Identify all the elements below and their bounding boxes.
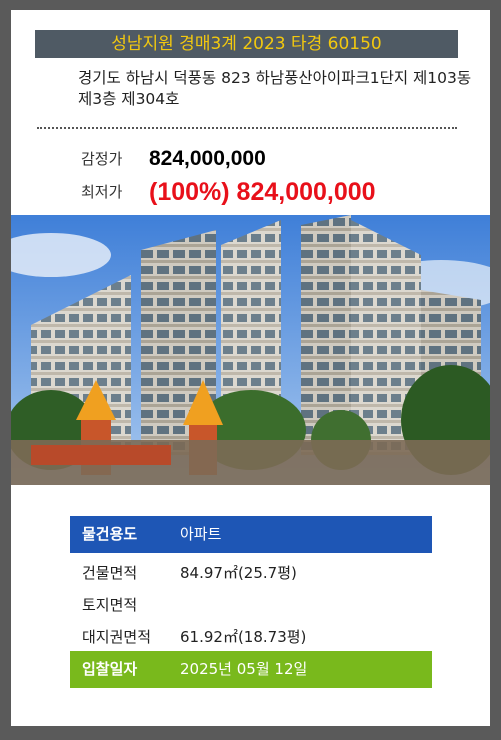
usage-label: 물건용도: [82, 525, 138, 543]
minimum-value: (100%) 824,000,000: [149, 178, 376, 206]
appraisal-label: 감정가: [81, 150, 123, 168]
usage-row: 물건용도 아파트: [70, 516, 432, 553]
bid-date-row: 입찰일자 2025년 05월 12일: [70, 651, 432, 688]
auction-card: 성남지원 경매3계 2023 타경 60150 경기도 하남시 덕풍동 823 …: [11, 10, 490, 726]
property-address: 경기도 하남시 덕풍동 823 하남풍산아이파크1단지 제103동 제3층 제3…: [78, 69, 472, 108]
usage-value: 아파트: [180, 525, 222, 543]
bid-date-value: 2025년 05월 12일: [180, 660, 308, 678]
property-photo: [11, 215, 490, 485]
bid-date-label: 입찰일자: [82, 660, 138, 678]
case-title: 성남지원 경매3계 2023 타경 60150: [35, 30, 458, 58]
appraisal-value: 824,000,000: [149, 147, 266, 170]
minimum-label: 최저가: [81, 183, 123, 201]
dotted-divider: [37, 127, 457, 129]
